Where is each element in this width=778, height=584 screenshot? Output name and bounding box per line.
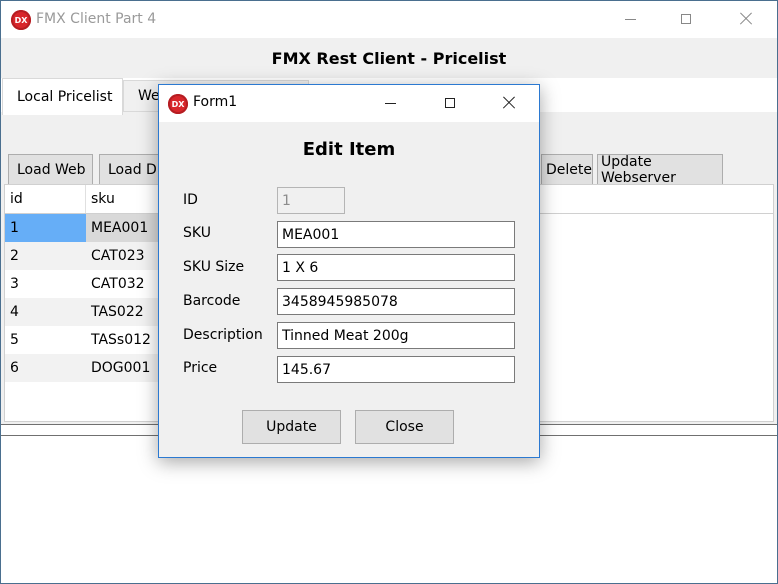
header-band: FMX Rest Client - Pricelist xyxy=(1,38,777,78)
dialog-title-bar[interactable]: DX Form1 xyxy=(159,85,539,122)
sku-size-field[interactable] xyxy=(277,254,515,281)
row-id-cell[interactable]: 5 xyxy=(5,326,86,354)
row-id-cell[interactable]: 6 xyxy=(5,354,86,382)
close-icon xyxy=(739,12,753,26)
row-id-cell[interactable]: 1 xyxy=(5,214,86,242)
description-field[interactable] xyxy=(277,322,515,349)
barcode-label: Barcode xyxy=(183,293,241,309)
id-label: ID xyxy=(183,192,198,208)
maximize-icon xyxy=(681,14,691,24)
main-window-title: FMX Client Part 4 xyxy=(36,11,157,27)
load-web-button[interactable]: Load Web xyxy=(8,154,93,185)
app-heading: FMX Rest Client - Pricelist xyxy=(271,48,507,68)
close-window-button[interactable] xyxy=(723,4,769,34)
column-header-id[interactable]: id xyxy=(5,185,86,213)
minimize-icon xyxy=(624,18,636,20)
price-field[interactable] xyxy=(277,356,515,383)
row-id-cell[interactable]: 3 xyxy=(5,270,86,298)
close-button[interactable]: Close xyxy=(355,410,454,444)
barcode-field[interactable] xyxy=(277,288,515,315)
dialog-minimize-button[interactable] xyxy=(367,88,413,118)
sku-field[interactable] xyxy=(277,221,515,248)
maximize-icon xyxy=(445,98,455,108)
dialog-title: Form1 xyxy=(193,94,238,110)
dialog-app-logo-icon: DX xyxy=(168,94,188,114)
update-webserver-button[interactable]: Update Webserver xyxy=(597,153,723,186)
row-id-cell[interactable]: 2 xyxy=(5,242,86,270)
dialog-close-window-button[interactable] xyxy=(486,88,532,118)
description-label: Description xyxy=(183,327,263,343)
delete-button[interactable]: Delete xyxy=(541,154,593,185)
main-title-bar[interactable]: DX FMX Client Part 4 xyxy=(1,1,777,38)
price-label: Price xyxy=(183,360,218,376)
sku-size-label: SKU Size xyxy=(183,259,245,275)
app-logo-icon: DX xyxy=(11,10,31,30)
row-id-cell[interactable]: 4 xyxy=(5,298,86,326)
update-webserver-label: Update Webserver xyxy=(601,153,676,186)
close-button-label: Close xyxy=(385,419,424,435)
minimize-button[interactable] xyxy=(607,4,653,34)
dialog-maximize-button[interactable] xyxy=(427,88,473,118)
tab-local-pricelist-label: Local Pricelist xyxy=(17,89,113,105)
update-button-label: Update xyxy=(266,419,317,435)
load-web-label: Load Web xyxy=(17,161,86,178)
dialog-heading: Edit Item xyxy=(302,139,396,160)
id-field[interactable] xyxy=(277,187,345,214)
minimize-icon xyxy=(384,102,396,104)
maximize-button[interactable] xyxy=(663,4,709,34)
delete-label: Delete xyxy=(546,161,592,178)
sku-label: SKU xyxy=(183,225,211,241)
update-button[interactable]: Update xyxy=(242,410,341,444)
close-icon xyxy=(502,96,516,110)
edit-item-dialog: DX Form1 Edit Item ID SKU SKU Size Barco… xyxy=(158,84,540,458)
tab-local-pricelist[interactable]: Local Pricelist xyxy=(2,78,123,115)
